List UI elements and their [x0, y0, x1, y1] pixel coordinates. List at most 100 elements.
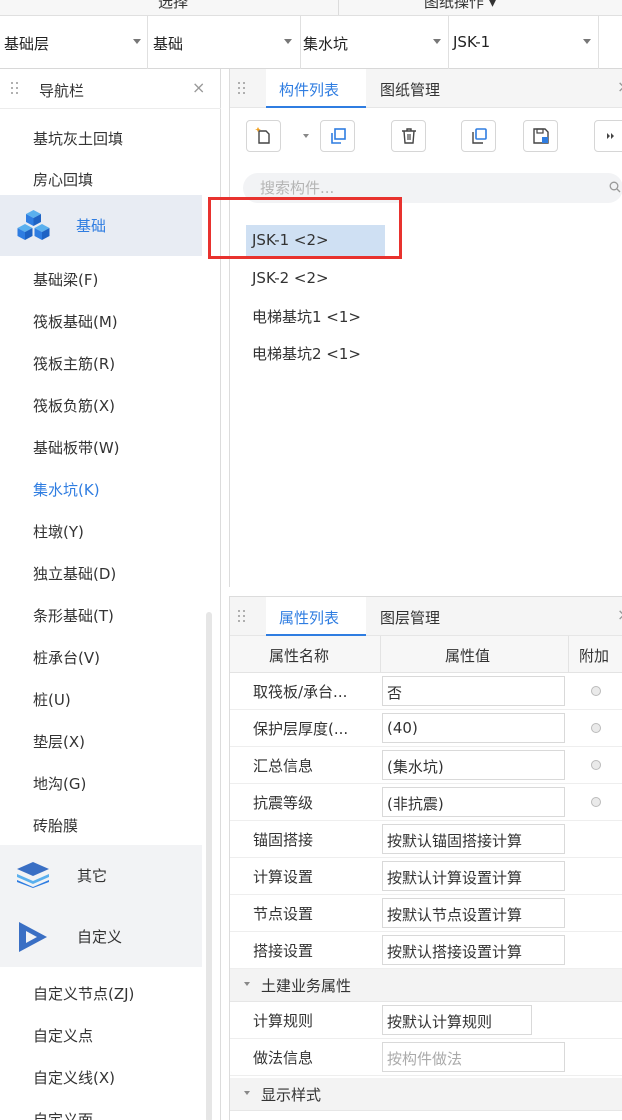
floor-dropdown[interactable]: 基础层 [0, 16, 148, 69]
close-icon[interactable]: × [617, 605, 622, 624]
property-value-field[interactable]: 否 [382, 676, 565, 706]
category-dropdown-value: 基础 [153, 35, 184, 53]
more-tools-button[interactable] [594, 120, 622, 152]
table-row: 取筏板/承台... 否 [230, 673, 622, 710]
property-tabs: 属性列表 图层管理 × [230, 597, 622, 636]
layer-copy-icon [471, 128, 487, 144]
copy-component-button[interactable] [320, 120, 355, 152]
drag-handle-icon[interactable] [238, 610, 246, 624]
nav-item-isolated-foundation[interactable]: 独立基础(D) [33, 563, 116, 584]
property-value-field[interactable]: 按默认搭接设置计算 [382, 935, 565, 965]
component-item-jsk2[interactable]: JSK-2 <2> [246, 263, 335, 295]
drawing-ops-button[interactable]: 图纸操作 ▾ [424, 0, 496, 12]
tab-component-list[interactable]: 构件列表 [266, 69, 366, 108]
category-custom-label: 自定义 [77, 928, 123, 946]
tab-property-list[interactable]: 属性列表 [266, 597, 366, 636]
select-button[interactable]: 选择 [158, 0, 188, 12]
custom-play-icon [19, 922, 47, 952]
nav-category-foundation[interactable]: 基础 [0, 195, 202, 256]
nav-item-room-backfill[interactable]: 房心回填 [33, 169, 93, 190]
close-icon[interactable]: × [192, 78, 205, 97]
table-row: 抗震等级 (非抗震) [230, 784, 622, 821]
component-item-elevator-pit1[interactable]: 电梯基坑1 <1> [246, 300, 367, 332]
table-row: 保护层厚度(... (40) [230, 710, 622, 747]
property-panel: 属性列表 图层管理 × 属性名称 属性值 附加 取筏板/承台... 否 保护层厚… [229, 596, 622, 1120]
chevron-down-icon [133, 39, 141, 44]
nav-item-custom-area[interactable]: 自定义面 [33, 1109, 93, 1120]
group-display-style[interactable]: 显示样式 [230, 1078, 622, 1111]
nav-item-sump-pit[interactable]: 集水坑(K) [33, 479, 100, 500]
column-property-value: 属性值 [445, 647, 491, 665]
nav-item-foundation-beam[interactable]: 基础梁(F) [33, 269, 98, 290]
component-list-panel: 构件列表 图纸管理 × [229, 69, 622, 587]
nav-item-strip-foundation[interactable]: 条形基础(T) [33, 605, 114, 626]
property-value-field[interactable]: 按默认计算设置计算 [382, 861, 565, 891]
nav-item-custom-node[interactable]: 自定义节点(ZJ) [33, 983, 134, 1004]
more-icon [606, 133, 614, 139]
nav-item-raft-main-rebar[interactable]: 筏板主筋(R) [33, 353, 115, 374]
property-name: 保护层厚度(... [253, 720, 349, 738]
nav-item-cushion[interactable]: 垫层(X) [33, 731, 85, 752]
nav-item-foundation-strip[interactable]: 基础板带(W) [33, 437, 120, 458]
column-property-name: 属性名称 [269, 647, 330, 665]
property-value-field[interactable]: 按默认计算规则 [382, 1005, 532, 1035]
property-name: 做法信息 [253, 1049, 314, 1067]
drag-handle-icon[interactable] [11, 82, 19, 96]
drag-handle-icon[interactable] [238, 82, 246, 96]
property-value-field[interactable]: 按默认节点设置计算 [382, 898, 565, 928]
chevron-down-icon [244, 982, 250, 986]
copy-icon [330, 128, 346, 144]
property-value-field[interactable]: (集水坑) [382, 750, 565, 780]
search-input[interactable] [260, 177, 580, 199]
layer-copy-button[interactable] [461, 120, 496, 152]
close-icon[interactable]: × [617, 77, 622, 96]
type-dropdown-value: 集水坑 [303, 35, 349, 53]
search-icon[interactable] [609, 181, 621, 193]
property-name: 计算设置 [253, 868, 314, 886]
nav-item-raft-negative-rebar[interactable]: 筏板负筋(X) [33, 395, 115, 416]
property-value-field[interactable]: 按构件做法 [382, 1042, 565, 1072]
extra-radio[interactable] [591, 723, 601, 733]
property-value-field[interactable]: (非抗震) [382, 787, 565, 817]
nav-item-raft-foundation[interactable]: 筏板基础(M) [33, 311, 118, 332]
property-value-field[interactable]: 按默认锚固搭接计算 [382, 824, 565, 854]
component-dropdown[interactable]: JSK-1 [449, 16, 599, 69]
tab-drawing-management[interactable]: 图纸管理 [380, 69, 460, 108]
extra-radio[interactable] [591, 797, 601, 807]
nav-item-brick-mould[interactable]: 砖胎膜 [33, 815, 78, 836]
property-name: 取筏板/承台... [253, 683, 348, 701]
component-item-elevator-pit2[interactable]: 电梯基坑2 <1> [246, 337, 367, 369]
extra-radio[interactable] [591, 686, 601, 696]
new-component-button[interactable] [246, 120, 281, 152]
nav-scrollbar[interactable] [206, 612, 212, 1120]
delete-component-button[interactable] [391, 120, 426, 152]
floor-dropdown-value: 基础层 [4, 35, 50, 53]
delete-icon [401, 128, 416, 144]
property-value-field[interactable]: (40) [382, 713, 565, 743]
property-table-header: 属性名称 属性值 附加 [230, 636, 622, 673]
component-tabs: 构件列表 图纸管理 × [230, 69, 622, 108]
table-row: 计算规则 按默认计算规则 [230, 1002, 622, 1039]
nav-item-pile[interactable]: 桩(U) [33, 689, 71, 710]
type-dropdown[interactable]: 集水坑 [301, 16, 449, 69]
group-civil-properties[interactable]: 土建业务属性 [230, 969, 622, 1002]
nav-item-custom-point[interactable]: 自定义点 [33, 1025, 93, 1046]
chevron-down-icon [284, 39, 292, 44]
new-icon [254, 127, 270, 144]
category-other-label: 其它 [77, 867, 108, 885]
nav-category-other[interactable]: 其它 [0, 845, 202, 906]
nav-category-custom[interactable]: 自定义 [0, 906, 202, 967]
table-row: 节点设置 按默认节点设置计算 [230, 895, 622, 932]
tab-layer-management[interactable]: 图层管理 [380, 597, 460, 636]
nav-item-pit-backfill[interactable]: 基坑灰土回填 [33, 128, 123, 149]
category-dropdown[interactable]: 基础 [148, 16, 301, 69]
table-row: 做法信息 按构件做法 [230, 1039, 622, 1076]
component-dropdown-value: JSK-1 [453, 33, 491, 51]
chevron-down-icon[interactable] [303, 134, 309, 138]
nav-item-trench[interactable]: 地沟(G) [33, 773, 86, 794]
nav-item-column-pier[interactable]: 柱墩(Y) [33, 521, 84, 542]
nav-item-pile-cap[interactable]: 桩承台(V) [33, 647, 100, 668]
save-component-button[interactable] [523, 120, 558, 152]
nav-item-custom-line[interactable]: 自定义线(X) [33, 1067, 115, 1088]
extra-radio[interactable] [591, 760, 601, 770]
